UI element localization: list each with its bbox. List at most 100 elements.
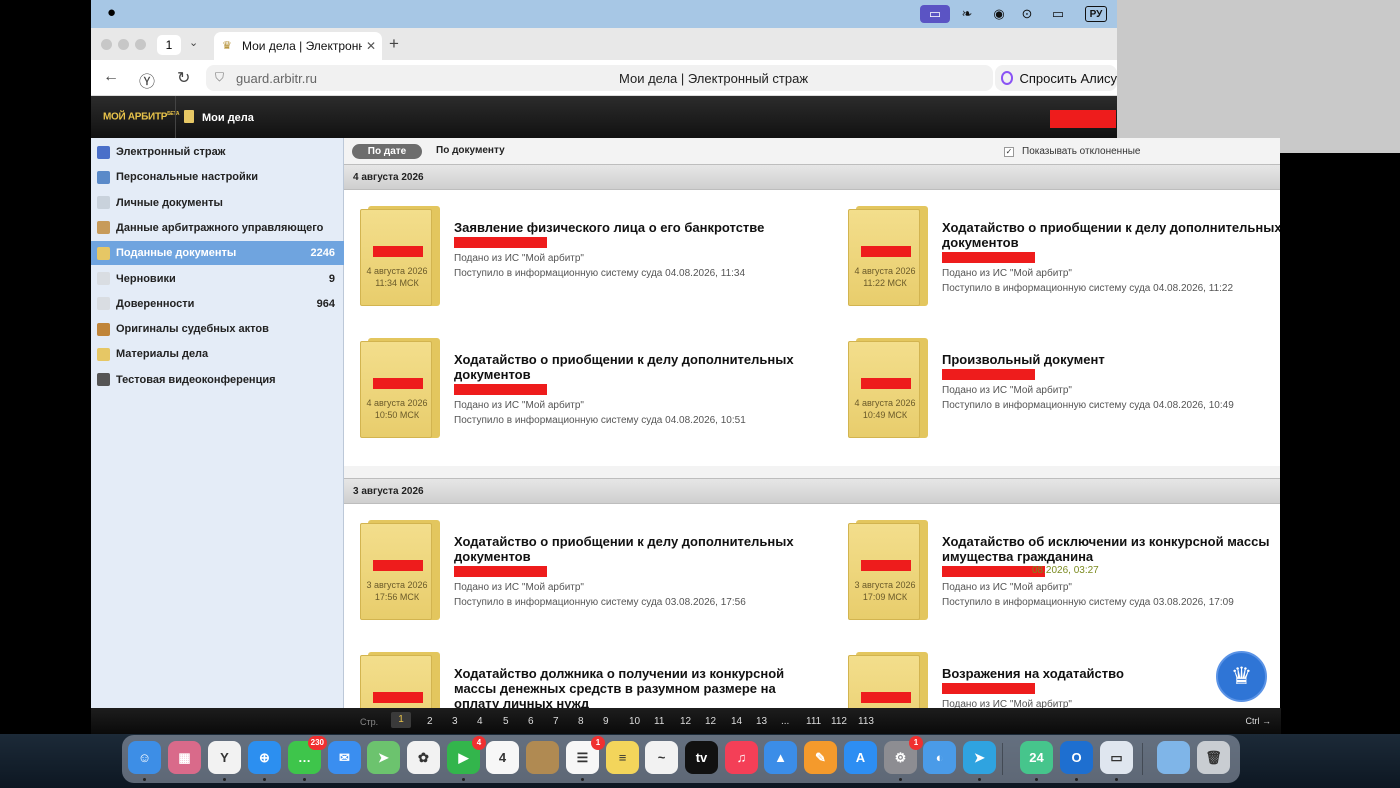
logo[interactable]: МОЙ АРБИТРБЕТА [103, 111, 180, 122]
maps-app-icon[interactable]: ➤ [367, 741, 400, 774]
sidebar-item[interactable]: Личные документы [91, 191, 344, 215]
pages-app-icon[interactable]: ✎ [804, 741, 837, 774]
document-card[interactable]: 4 августа 2026 10:50 МСК Ходатайство о при… [344, 336, 804, 446]
page-link[interactable]: 10 [629, 716, 640, 727]
page-link[interactable]: 9 [603, 716, 609, 727]
document-title[interactable]: Заявление физического лица о его банкрот… [454, 220, 794, 235]
mail-app-icon[interactable]: ✉ [328, 741, 361, 774]
folder-icon[interactable]: 3 августа 2026 17:56 МСК [360, 520, 440, 620]
show-declined-toggle[interactable]: ✓ Показывать отклоненные [1004, 146, 1140, 157]
browser-tab[interactable]: ♛ Мои дела | Электронный страж ✕ [214, 32, 382, 60]
document-card[interactable]: 4 августа 2026 10:49 МСК Произвольный доку… [832, 336, 1280, 446]
close-icon[interactable]: ✕ [366, 39, 376, 53]
document-card[interactable]: 3 августа 2026 17:56 МСК Ходатайство о при… [344, 518, 804, 628]
folder-app-icon[interactable] [1157, 741, 1190, 774]
page-link[interactable]: 5 [503, 716, 509, 727]
page-link[interactable]: 12 [680, 716, 691, 727]
leaf-icon[interactable]: ❧ [957, 5, 977, 23]
page-link[interactable]: 12 [705, 716, 716, 727]
folder-icon[interactable]: 4 августа 2026 10:50 МСК [360, 338, 440, 438]
trash-app-icon[interactable]: 🗑 [1197, 741, 1230, 774]
alice-button[interactable]: Спросить Алису [995, 65, 1117, 91]
system-settings-app-icon[interactable]: ⚙ 1 [884, 736, 923, 774]
url-field[interactable]: ⛉ guard.arbitr.ru Мои дела | Электронный… [206, 65, 1093, 91]
folder-icon[interactable]: 3 августа 2026 17:09 МСК [848, 520, 928, 620]
page-link[interactable]: 8 [578, 716, 584, 727]
document-card[interactable]: 3 августа 2026 Ходатайство должника о пол… [344, 650, 804, 708]
page-link[interactable]: 113 [858, 716, 874, 727]
keynote-app-icon[interactable]: ▲ [764, 741, 797, 774]
sidebar-item[interactable]: Данные арбитражного управляющего [91, 216, 344, 240]
page-link[interactable]: 6 [528, 716, 534, 727]
page-link[interactable]: 3 [452, 716, 458, 727]
new-tab-button[interactable]: + [389, 34, 399, 54]
page-link[interactable]: 14 [731, 716, 742, 727]
document-card[interactable]: 4 августа 2026 11:34 МСК Заявление физичес… [344, 204, 804, 314]
sidebar-item[interactable]: Черновики 9 [91, 267, 344, 291]
battery-icon[interactable]: ▭ [1046, 5, 1070, 23]
sidebar-item[interactable]: Оригиналы судебных актов [91, 317, 344, 341]
calendar-app-icon[interactable]: 4 [486, 741, 519, 774]
folder-icon[interactable]: 4 августа 2026 10:49 МСК [848, 338, 928, 438]
outlook-app-icon[interactable]: O [1060, 741, 1093, 774]
sidebar-item[interactable]: Доверенности 964 [91, 292, 344, 316]
yandex-browser-app-icon[interactable]: Y [208, 741, 241, 774]
sidebar-item[interactable]: Поданные документы 2246 [91, 241, 344, 266]
app-store-app-icon[interactable]: A [844, 741, 877, 774]
controller-icon[interactable]: ◉ [989, 5, 1009, 23]
apple-tv-app-icon[interactable]: tv [685, 741, 718, 774]
emblem-button[interactable]: ♛ [1216, 651, 1267, 702]
sidebar-item[interactable]: Материалы дела [91, 342, 344, 366]
window-minimize-button[interactable] [118, 39, 129, 50]
messages-app-icon[interactable]: … 230 [288, 736, 327, 774]
finder-app-icon[interactable]: ☺ [128, 741, 161, 774]
window-zoom-button[interactable] [135, 39, 146, 50]
section-title[interactable]: Мои дела [202, 112, 254, 124]
freeform-app-icon[interactable]: ~ [645, 741, 678, 774]
page-link[interactable]: 111 [806, 716, 821, 727]
document-card[interactable]: 4 августа 2026 11:22 МСК Ходатайство о при… [832, 204, 1280, 314]
checkbox[interactable]: ✓ [1004, 146, 1014, 157]
safari-app-icon[interactable]: ⊕ [248, 741, 281, 774]
page-link[interactable]: 1 [391, 712, 411, 728]
sort-by-date-button[interactable]: По дате [352, 144, 422, 159]
preview-app-icon[interactable]: ▭ [1100, 741, 1133, 774]
folder-icon[interactable]: 4 августа 2026 11:22 МСК [848, 206, 928, 306]
notes-brown-app-icon[interactable] [526, 741, 559, 774]
document-card[interactable]: 3 августа 2026 17:09 МСК Ходатайство об ис… [832, 518, 1280, 628]
record-icon[interactable]: ⊙ [1017, 5, 1037, 23]
document-title[interactable]: Ходатайство о приобщении к делу дополнит… [454, 534, 794, 564]
sort-by-document-button[interactable]: По документу [436, 145, 505, 156]
page-link[interactable]: ... [781, 716, 789, 727]
launchpad-app-icon[interactable]: ▦ [168, 741, 201, 774]
sidebar-item[interactable]: Тестовая видеоконференция [91, 368, 344, 392]
24-app-app-icon[interactable]: 24 [1020, 741, 1053, 774]
music-app-icon[interactable]: ♫ [725, 741, 758, 774]
sidebar-item[interactable]: Персональные настройки [91, 165, 344, 189]
notes-app-icon[interactable]: ≡ [606, 741, 639, 774]
page-link[interactable]: 112 [831, 716, 847, 727]
page-link[interactable]: 2 [427, 716, 433, 727]
reload-icon[interactable]: ↻ [177, 68, 190, 88]
folder-icon[interactable]: 3 августа 2026 [848, 652, 928, 708]
sidebar-item[interactable]: Электронный страж [91, 140, 344, 164]
url-text[interactable]: guard.arbitr.ru [236, 71, 317, 86]
folder-icon[interactable]: 4 августа 2026 11:34 МСК [360, 206, 440, 306]
apple-icon[interactable]: ● [107, 4, 116, 21]
input-language[interactable]: РУ [1085, 6, 1107, 22]
telegram-app-icon[interactable]: ➤ [963, 741, 996, 774]
document-title[interactable]: Произвольный документ [942, 352, 1280, 367]
window-close-button[interactable] [101, 39, 112, 50]
tab-count[interactable]: 1 [157, 35, 181, 55]
photos-app-icon[interactable]: ✿ [407, 741, 440, 774]
document-title[interactable]: Ходатайство о приобщении к делу дополнит… [454, 352, 794, 382]
yandex-icon[interactable]: Ⓨ [139, 68, 155, 92]
document-card[interactable]: 3 августа 2026Возражения на ходатайствоП… [832, 650, 1280, 708]
facetime-app-icon[interactable]: ▶ 4 [447, 736, 486, 774]
screen-mirroring-icon[interactable]: ▭ [920, 5, 950, 23]
back-arrow-icon[interactable]: ← [103, 68, 119, 86]
page-link[interactable]: 11 [654, 716, 664, 727]
document-title[interactable]: Ходатайство должника о получении из конк… [454, 666, 794, 708]
pixelmator-app-icon[interactable]: ◐ [923, 741, 956, 774]
page-link[interactable]: 13 [756, 716, 767, 727]
